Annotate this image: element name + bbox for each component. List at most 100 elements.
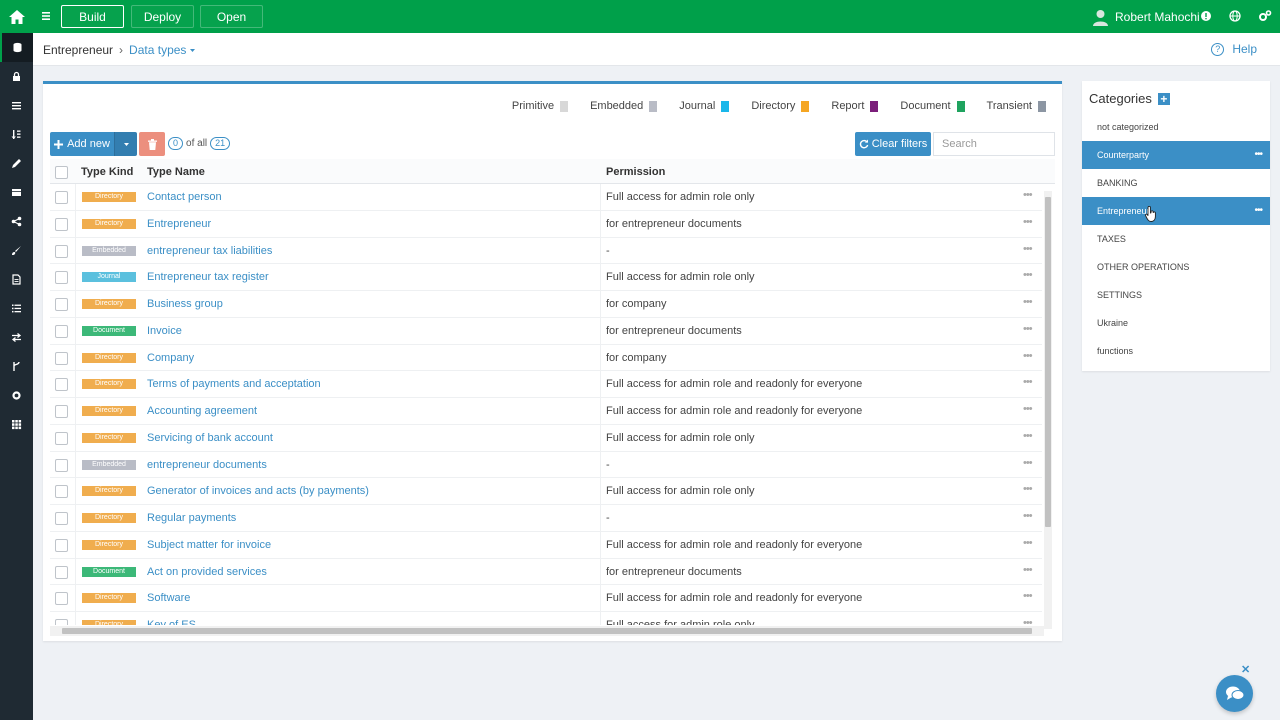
row-actions-icon[interactable]: ••• [1023, 403, 1033, 415]
row-actions-icon[interactable]: ••• [1023, 243, 1033, 255]
sort-icon[interactable] [0, 120, 33, 149]
category-item[interactable]: Entrepreneur ••• [1082, 197, 1270, 225]
row-actions-icon[interactable]: ••• [1023, 216, 1033, 228]
breadcrumb-root[interactable]: Entrepreneur [43, 43, 113, 57]
settings-icon[interactable] [1258, 9, 1272, 23]
table-row[interactable]: Journal Entrepreneur tax register Full acc… [50, 264, 1042, 291]
row-actions-icon[interactable]: ••• [1023, 564, 1033, 576]
type-name-link[interactable]: Company [147, 352, 194, 364]
row-actions-icon[interactable]: ••• [1023, 483, 1033, 495]
table-row[interactable]: Document Act on provided services for entr… [50, 559, 1042, 586]
table-row[interactable]: Directory Key of ES Full access for admin … [50, 612, 1042, 625]
type-name-link[interactable]: Entrepreneur [147, 218, 211, 230]
alert-icon[interactable] [1199, 9, 1213, 23]
delete-button[interactable] [139, 132, 165, 156]
table-row[interactable]: Directory Regular payments - ••• [50, 505, 1042, 532]
row-actions-icon[interactable]: ••• [1023, 590, 1033, 602]
row-checkbox[interactable] [55, 298, 68, 311]
row-checkbox[interactable] [55, 485, 68, 499]
header-type-kind[interactable]: Type Kind [81, 166, 133, 178]
vertical-scroll-thumb[interactable] [1045, 197, 1051, 527]
type-name-link[interactable]: entrepreneur tax liabilities [147, 245, 272, 257]
header-permission[interactable]: Permission [606, 166, 665, 178]
row-actions-icon[interactable]: ••• [1023, 510, 1033, 522]
table-row[interactable]: Document Invoice for entrepreneur document… [50, 318, 1042, 345]
database-icon[interactable] [0, 33, 33, 62]
table-row[interactable]: Directory Software Full access for admin r… [50, 585, 1042, 612]
hamburger-menu-icon[interactable] [40, 9, 54, 23]
category-item[interactable]: TAXES [1082, 225, 1270, 253]
category-item[interactable]: SETTINGS [1082, 281, 1270, 309]
row-checkbox[interactable] [55, 431, 68, 445]
type-name-link[interactable]: Key of ES [147, 619, 196, 625]
row-actions-icon[interactable]: ••• [1023, 430, 1033, 442]
chevron-down-icon[interactable] [189, 48, 196, 53]
row-checkbox[interactable] [55, 351, 68, 365]
category-more-icon[interactable]: ••• [1254, 197, 1262, 225]
add-new-dropdown-button[interactable] [114, 132, 137, 156]
row-actions-icon[interactable]: ••• [1023, 296, 1033, 308]
chat-button[interactable] [1216, 675, 1253, 712]
category-item[interactable]: Ukraine [1082, 309, 1270, 337]
table-row[interactable]: Embedded entrepreneur tax liabilities - ••• [50, 238, 1042, 265]
clear-filters-button[interactable]: Clear filters [855, 132, 931, 156]
row-actions-icon[interactable]: ••• [1023, 350, 1033, 362]
row-checkbox[interactable] [55, 191, 68, 204]
table-row[interactable]: Directory Contact person Full access for a… [50, 184, 1042, 211]
build-button[interactable]: Build [61, 5, 124, 28]
list-ordered-icon[interactable] [0, 294, 33, 323]
table-row[interactable]: Directory Accounting agreement Full access… [50, 398, 1042, 425]
row-checkbox[interactable] [55, 217, 68, 231]
row-checkbox[interactable] [55, 538, 68, 552]
category-item[interactable]: OTHER OPERATIONS [1082, 253, 1270, 281]
table-row[interactable]: Directory Business group for company ••• [50, 291, 1042, 318]
type-name-link[interactable]: Invoice [147, 325, 182, 337]
document-icon[interactable] [0, 265, 33, 294]
row-checkbox[interactable] [55, 512, 68, 525]
row-actions-icon[interactable]: ••• [1023, 376, 1033, 388]
header-type-name[interactable]: Type Name [147, 166, 205, 178]
row-checkbox[interactable] [55, 565, 68, 579]
branch-icon[interactable] [0, 352, 33, 381]
row-actions-icon[interactable]: ••• [1023, 537, 1033, 549]
category-item[interactable]: functions [1082, 337, 1270, 365]
table-row[interactable]: Directory Entrepreneur for entrepreneur do… [50, 211, 1042, 238]
horizontal-scrollbar[interactable] [50, 626, 1044, 636]
globe-icon[interactable] [1228, 9, 1242, 23]
breadcrumb-current[interactable]: Data types [129, 43, 186, 57]
list-icon[interactable] [0, 91, 33, 120]
row-checkbox[interactable] [55, 378, 68, 392]
gear-icon[interactable] [0, 381, 33, 410]
row-checkbox[interactable] [55, 244, 68, 258]
row-checkbox[interactable] [55, 271, 68, 285]
type-name-link[interactable]: Generator of invoices and acts (by payme… [147, 485, 369, 497]
horizontal-scroll-thumb[interactable] [62, 628, 1032, 634]
type-name-link[interactable]: Servicing of bank account [147, 432, 273, 444]
type-name-link[interactable]: Subject matter for invoice [147, 539, 271, 551]
pencil-icon[interactable] [0, 149, 33, 178]
row-checkbox[interactable] [55, 592, 68, 606]
type-name-link[interactable]: Accounting agreement [147, 405, 257, 417]
type-name-link[interactable]: Act on provided services [147, 566, 267, 578]
category-more-icon[interactable]: ••• [1254, 141, 1262, 169]
type-name-link[interactable]: Business group [147, 298, 223, 310]
table-row[interactable]: Embedded entrepreneur documents - ••• [50, 452, 1042, 479]
table-icon[interactable] [0, 178, 33, 207]
category-item[interactable]: not categorized [1082, 113, 1270, 141]
open-button[interactable]: Open [200, 5, 263, 28]
row-checkbox[interactable] [55, 458, 68, 472]
home-icon[interactable] [0, 0, 33, 33]
brush-icon[interactable] [0, 236, 33, 265]
table-row[interactable]: Directory Generator of invoices and acts … [50, 478, 1042, 505]
table-row[interactable]: Directory Servicing of bank account Full a… [50, 425, 1042, 452]
search-input[interactable] [933, 132, 1055, 156]
row-actions-icon[interactable]: ••• [1023, 189, 1033, 201]
row-actions-icon[interactable]: ••• [1023, 269, 1033, 281]
row-checkbox[interactable] [55, 405, 68, 418]
table-row[interactable]: Directory Subject matter for invoice Full … [50, 532, 1042, 559]
row-checkbox[interactable] [55, 619, 68, 625]
table-row[interactable]: Directory Company for company ••• [50, 345, 1042, 372]
vertical-scrollbar[interactable] [1044, 191, 1052, 629]
chat-close-icon[interactable]: ✕ [1241, 663, 1250, 676]
row-actions-icon[interactable]: ••• [1023, 457, 1033, 469]
